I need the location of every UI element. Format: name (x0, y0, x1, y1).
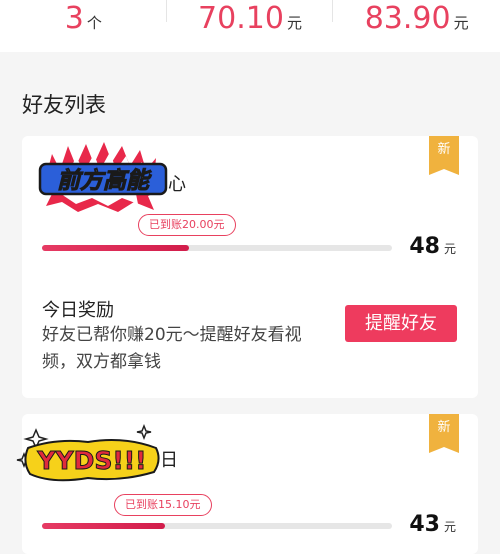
stat-unit: 元 (286, 14, 302, 32)
sticker-image: 前方高能 (38, 142, 168, 212)
reward-amount: 48 元 (409, 234, 456, 259)
stat-value: 3 (64, 1, 84, 36)
sticker-text: 前方高能 (57, 168, 152, 194)
amount-unit: 元 (443, 242, 456, 256)
reward-title: 今日奖励 (42, 300, 114, 321)
friend-name: 心 (168, 174, 186, 195)
sticker-image: YYDS!!! (16, 424, 160, 482)
amount-value: 48 (409, 234, 440, 259)
progress-fill (42, 245, 189, 251)
sticker-text: YYDS!!! (36, 446, 146, 475)
section-title: 好友列表 (22, 93, 106, 117)
stats-bar: 3个 70.10 元 83.90 元 (0, 0, 500, 52)
friend-name: 日 (160, 450, 178, 471)
amount-unit: 元 (443, 520, 456, 534)
new-badge: 新 (429, 414, 459, 453)
stat-value: 70.10 (198, 1, 284, 36)
stat-pending: 83.90 元 (333, 0, 500, 38)
credited-tag: 已到账15.10元 (114, 494, 212, 516)
progress-bar (42, 245, 392, 251)
reward-description: 好友已帮你赚20元～提醒好友看视频，双方都拿钱 (42, 325, 302, 372)
stat-unit: 元 (453, 14, 469, 32)
progress-fill (42, 523, 165, 529)
stat-earned: 70.10 元 (167, 0, 334, 38)
friend-card: 新 前方高能 心 已到账20.00元 48 元 今日奖励 好友已帮你赚20元～提醒… (22, 136, 478, 398)
credited-tag: 已到账20.00元 (138, 214, 236, 236)
friend-card: 新 YYDS!!! 日 已到账15.10元 43 元 (16, 414, 478, 554)
new-badge: 新 (429, 136, 459, 175)
stat-friend-count: 3个 (0, 0, 167, 38)
remind-friend-button[interactable]: 提醒好友 (345, 305, 457, 342)
stat-value: 83.90 (364, 1, 451, 36)
reward-amount: 43 元 (409, 512, 456, 537)
stat-unit: 个 (86, 14, 102, 32)
amount-value: 43 (409, 512, 440, 537)
progress-bar (42, 523, 392, 529)
